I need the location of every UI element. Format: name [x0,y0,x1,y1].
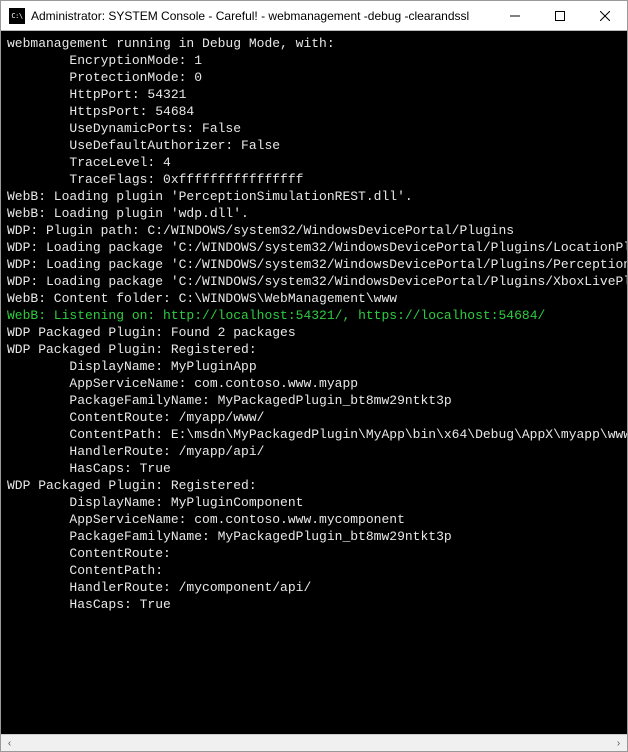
terminal-line: WDP: Loading package 'C:/WINDOWS/system3… [7,256,621,273]
terminal-line: AppServiceName: com.contoso.www.mycompon… [7,511,621,528]
terminal-line: WDP: Loading package 'C:/WINDOWS/system3… [7,239,621,256]
terminal-line: UseDynamicPorts: False [7,120,621,137]
scroll-right-arrow[interactable]: › [610,735,627,752]
terminal-line: AppServiceName: com.contoso.www.myapp [7,375,621,392]
terminal-line: ContentPath: E:\msdn\MyPackagedPlugin\My… [7,426,621,443]
terminal-line: ProtectionMode: 0 [7,69,621,86]
terminal-line: WebB: Loading plugin 'PerceptionSimulati… [7,188,621,205]
terminal-url: http://localhost:54321/ [163,308,342,323]
terminal-line: DisplayName: MyPluginComponent [7,494,621,511]
minimize-icon [510,11,520,21]
terminal-line: ContentRoute: /myapp/www/ [7,409,621,426]
terminal-line: HandlerRoute: /myapp/api/ [7,443,621,460]
terminal-line: HasCaps: True [7,460,621,477]
terminal-viewport[interactable]: webmanagement running in Debug Mode, wit… [1,31,627,734]
terminal-line: TraceFlags: 0xffffffffffffffff [7,171,621,188]
window-titlebar[interactable]: C:\ Administrator: SYSTEM Console - Care… [1,1,627,31]
terminal-line: ContentRoute: [7,545,621,562]
horizontal-scrollbar[interactable]: ‹ › [1,734,627,751]
terminal-line: WDP Packaged Plugin: Registered: [7,341,621,358]
maximize-button[interactable] [537,1,582,31]
scroll-track[interactable] [18,735,610,752]
maximize-icon [555,11,565,21]
terminal-line: HttpPort: 54321 [7,86,621,103]
terminal-line: WDP Packaged Plugin: Found 2 packages [7,324,621,341]
terminal-text: WebB: Listening on: [7,308,163,323]
close-button[interactable] [582,1,627,31]
terminal-line: HandlerRoute: /mycomponent/api/ [7,579,621,596]
terminal-line: WebB: Listening on: http://localhost:543… [7,307,621,324]
scroll-left-arrow[interactable]: ‹ [1,735,18,752]
terminal-line: PackageFamilyName: MyPackagedPlugin_bt8m… [7,528,621,545]
terminal-line: EncryptionMode: 1 [7,52,621,69]
terminal-line: WebB: Loading plugin 'wdp.dll'. [7,205,621,222]
terminal-line: UseDefaultAuthorizer: False [7,137,621,154]
terminal-url: https://localhost:54684/ [358,308,545,323]
window-title: Administrator: SYSTEM Console - Careful!… [31,9,469,23]
terminal-line: WDP: Plugin path: C:/WINDOWS/system32/Wi… [7,222,621,239]
terminal-line: HasCaps: True [7,596,621,613]
terminal-line: DisplayName: MyPluginApp [7,358,621,375]
terminal-text: , [342,308,358,323]
terminal-line: ContentPath: [7,562,621,579]
terminal-line: WDP: Loading package 'C:/WINDOWS/system3… [7,273,621,290]
minimize-button[interactable] [492,1,537,31]
close-icon [600,11,610,21]
terminal-line: HttpsPort: 54684 [7,103,621,120]
terminal-line: WDP Packaged Plugin: Registered: [7,477,621,494]
terminal-line: PackageFamilyName: MyPackagedPlugin_bt8m… [7,392,621,409]
terminal-line: WebB: Content folder: C:\WINDOWS\WebMana… [7,290,621,307]
terminal-output: webmanagement running in Debug Mode, wit… [1,31,627,617]
terminal-line: webmanagement running in Debug Mode, wit… [7,35,621,52]
console-icon: C:\ [9,8,25,24]
terminal-line: TraceLevel: 4 [7,154,621,171]
